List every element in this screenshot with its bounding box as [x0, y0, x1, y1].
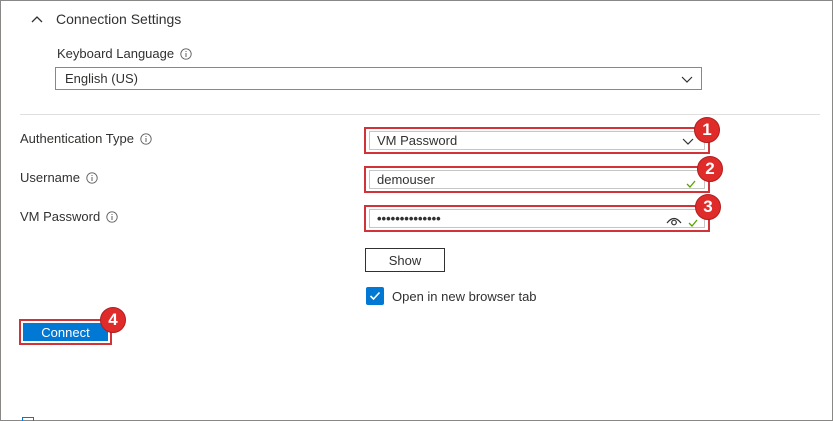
username-value: demouser [377, 172, 435, 187]
checkmark-icon [688, 219, 698, 227]
step-badge-3: 3 [695, 194, 721, 220]
open-new-tab-option[interactable]: Open in new browser tab [366, 287, 537, 305]
authentication-type-dropdown[interactable]: VM Password [364, 127, 710, 154]
step-badge-4: 4 [100, 307, 126, 333]
info-icon[interactable] [106, 210, 118, 223]
keyboard-language-label-text: Keyboard Language [57, 46, 175, 61]
info-icon[interactable] [86, 171, 98, 184]
step-badge-2: 2 [697, 156, 723, 182]
username-input[interactable]: demouser [364, 166, 710, 193]
vm-password-label: VM Password [20, 209, 118, 224]
keyboard-language-label: Keyboard Language [57, 46, 192, 61]
keyboard-language-value: English (US) [65, 71, 138, 86]
open-new-tab-checkbox[interactable] [366, 287, 384, 305]
authentication-type-label-text: Authentication Type [20, 131, 134, 146]
connect-button-highlight: Connect [19, 319, 112, 345]
vm-password-value: •••••••••••••• [377, 211, 441, 226]
section-title: Connection Settings [56, 11, 182, 27]
chevron-down-icon [681, 76, 693, 83]
vm-password-field: •••••••••••••• [369, 209, 705, 228]
vm-password-input[interactable]: •••••••••••••• [364, 205, 710, 232]
authentication-type-label: Authentication Type [20, 131, 152, 146]
chevron-up-icon [31, 16, 43, 23]
username-field: demouser [369, 170, 705, 189]
info-icon[interactable] [180, 47, 192, 60]
checkmark-icon [686, 180, 696, 188]
keyboard-language-dropdown[interactable]: English (US) [55, 67, 702, 90]
eye-icon[interactable] [666, 215, 682, 227]
vm-password-label-text: VM Password [20, 209, 101, 224]
step-badge-1: 1 [694, 117, 720, 143]
connection-settings-header[interactable]: Connection Settings [30, 9, 181, 29]
show-button[interactable]: Show [365, 248, 445, 272]
checkmark-icon [369, 291, 381, 301]
partial-element [22, 417, 34, 421]
username-label: Username [20, 170, 98, 185]
info-icon[interactable] [140, 132, 152, 145]
divider [20, 114, 820, 115]
authentication-type-value: VM Password [377, 133, 458, 148]
connect-button[interactable]: Connect [23, 323, 108, 341]
username-label-text: Username [20, 170, 80, 185]
authentication-type-field: VM Password [369, 131, 705, 150]
chevron-down-icon [682, 138, 694, 145]
open-new-tab-label: Open in new browser tab [392, 288, 537, 304]
